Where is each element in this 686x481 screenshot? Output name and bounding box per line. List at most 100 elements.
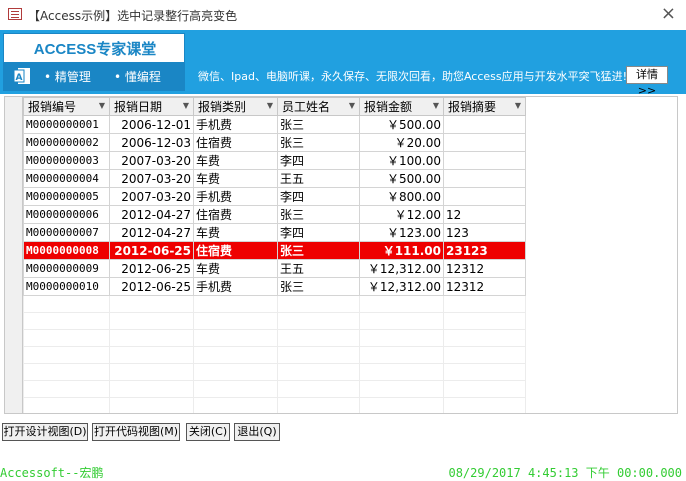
- cell-id[interactable]: M0000000007: [23, 223, 110, 242]
- empty-row: [23, 397, 526, 413]
- table-row[interactable]: M0000000010 2012-06-25 手机费 张三 ￥12,312.00 1231…: [23, 277, 526, 296]
- cell-name[interactable]: 李四: [277, 187, 360, 206]
- empty-cell: [109, 380, 194, 398]
- cell-name[interactable]: 张三: [277, 277, 360, 296]
- record-selector-column[interactable]: [5, 97, 23, 413]
- cell-amount[interactable]: ￥12,312.00: [359, 277, 444, 296]
- cell-date[interactable]: 2012-06-25: [109, 241, 194, 260]
- table-row[interactable]: M0000000003 2007-03-20 车费 李四 ￥100.00: [23, 151, 526, 170]
- cell-memo[interactable]: [443, 169, 526, 188]
- dropdown-arrow-icon[interactable]: ▼: [433, 101, 439, 110]
- cell-id[interactable]: M0000000003: [23, 151, 110, 170]
- table-row[interactable]: M0000000004 2007-03-20 车费 王五 ￥500.00: [23, 169, 526, 188]
- cell-memo[interactable]: 12312: [443, 259, 526, 278]
- cell-date[interactable]: 2012-04-27: [109, 223, 194, 242]
- cell-type[interactable]: 手机费: [193, 187, 278, 206]
- cell-type[interactable]: 住宿费: [193, 133, 278, 152]
- cell-memo[interactable]: 12312: [443, 277, 526, 296]
- empty-cell: [193, 329, 278, 347]
- cell-memo[interactable]: [443, 151, 526, 170]
- close-icon[interactable]: ×: [661, 4, 676, 24]
- cell-date[interactable]: 2012-06-25: [109, 277, 194, 296]
- cell-date[interactable]: 2006-12-01: [109, 115, 194, 134]
- dropdown-arrow-icon[interactable]: ▼: [267, 101, 273, 110]
- cell-name[interactable]: 王五: [277, 259, 360, 278]
- cell-amount[interactable]: ￥12,312.00: [359, 259, 444, 278]
- cell-type[interactable]: 住宿费: [193, 205, 278, 224]
- cell-memo[interactable]: 12: [443, 205, 526, 224]
- cell-id[interactable]: M0000000004: [23, 169, 110, 188]
- empty-cell: [443, 346, 526, 364]
- access-logo-icon: A: [13, 68, 30, 84]
- cell-id[interactable]: M0000000009: [23, 259, 110, 278]
- table-row[interactable]: M0000000002 2006-12-03 住宿费 张三 ￥20.00: [23, 133, 526, 152]
- table-row[interactable]: M0000000008 2012-06-25 住宿费 张三 ￥111.00 23123: [23, 241, 526, 260]
- cell-name[interactable]: 张三: [277, 241, 360, 260]
- cell-type[interactable]: 车费: [193, 223, 278, 242]
- column-header-amount[interactable]: 报销金额 ▼: [359, 97, 444, 116]
- cell-id[interactable]: M0000000008: [23, 241, 110, 260]
- cell-memo[interactable]: [443, 115, 526, 134]
- cell-amount[interactable]: ￥100.00: [359, 151, 444, 170]
- cell-type[interactable]: 手机费: [193, 115, 278, 134]
- cell-amount[interactable]: ￥12.00: [359, 205, 444, 224]
- cell-amount[interactable]: ￥500.00: [359, 169, 444, 188]
- dropdown-arrow-icon[interactable]: ▼: [515, 101, 521, 110]
- datasheet-grid[interactable]: 报销编号 ▼ 报销日期 ▼ 报销类别 ▼ 员工姓名 ▼ 报销金额 ▼ 报销摘要 ▼ M000…: [4, 96, 678, 414]
- cell-id[interactable]: M0000000006: [23, 205, 110, 224]
- cell-id[interactable]: M0000000001: [23, 115, 110, 134]
- cell-id[interactable]: M0000000010: [23, 277, 110, 296]
- table-row[interactable]: M0000000007 2012-04-27 车费 李四 ￥123.00 123: [23, 223, 526, 242]
- cell-amount[interactable]: ￥500.00: [359, 115, 444, 134]
- dropdown-arrow-icon[interactable]: ▼: [99, 101, 105, 110]
- table-row[interactable]: M0000000005 2007-03-20 手机费 李四 ￥800.00: [23, 187, 526, 206]
- cell-type[interactable]: 手机费: [193, 277, 278, 296]
- table-row[interactable]: M0000000009 2012-06-25 车费 王五 ￥12,312.00 12312: [23, 259, 526, 278]
- empty-cell: [277, 329, 360, 347]
- cell-type[interactable]: 住宿费: [193, 241, 278, 260]
- cell-name[interactable]: 张三: [277, 133, 360, 152]
- cell-name[interactable]: 王五: [277, 169, 360, 188]
- cell-amount[interactable]: ￥800.00: [359, 187, 444, 206]
- cell-memo[interactable]: 123: [443, 223, 526, 242]
- cell-date[interactable]: 2012-06-25: [109, 259, 194, 278]
- column-header-date[interactable]: 报销日期 ▼: [109, 97, 194, 116]
- column-header-name[interactable]: 员工姓名 ▼: [277, 97, 360, 116]
- table-row[interactable]: M0000000001 2006-12-01 手机费 张三 ￥500.00: [23, 115, 526, 134]
- cell-amount[interactable]: ￥20.00: [359, 133, 444, 152]
- cell-date[interactable]: 2006-12-03: [109, 133, 194, 152]
- exit-button[interactable]: 退出(Q): [234, 423, 280, 441]
- access-form-icon: [8, 8, 22, 20]
- cell-amount[interactable]: ￥123.00: [359, 223, 444, 242]
- cell-type[interactable]: 车费: [193, 259, 278, 278]
- cell-name[interactable]: 李四: [277, 223, 360, 242]
- cell-memo[interactable]: 23123: [443, 241, 526, 260]
- open-design-view-button[interactable]: 打开设计视图(D): [2, 423, 88, 441]
- open-code-view-button[interactable]: 打开代码视图(M): [92, 423, 180, 441]
- column-header-memo[interactable]: 报销摘要 ▼: [443, 97, 526, 116]
- cell-id[interactable]: M0000000005: [23, 187, 110, 206]
- cell-id[interactable]: M0000000002: [23, 133, 110, 152]
- cell-name[interactable]: 张三: [277, 205, 360, 224]
- cell-date[interactable]: 2007-03-20: [109, 169, 194, 188]
- cell-amount[interactable]: ￥111.00: [359, 241, 444, 260]
- records-table: 报销编号 ▼ 报销日期 ▼ 报销类别 ▼ 员工姓名 ▼ 报销金额 ▼ 报销摘要 ▼ M000…: [23, 97, 526, 413]
- dropdown-arrow-icon[interactable]: ▼: [183, 101, 189, 110]
- cell-type[interactable]: 车费: [193, 169, 278, 188]
- cell-date[interactable]: 2007-03-20: [109, 151, 194, 170]
- dropdown-arrow-icon[interactable]: ▼: [349, 101, 355, 110]
- empty-cell: [277, 380, 360, 398]
- empty-row: [23, 312, 526, 330]
- cell-date[interactable]: 2007-03-20: [109, 187, 194, 206]
- close-button[interactable]: 关闭(C): [186, 423, 230, 441]
- column-header-id[interactable]: 报销编号 ▼: [23, 97, 110, 116]
- cell-name[interactable]: 李四: [277, 151, 360, 170]
- detail-button[interactable]: 详情>>: [626, 66, 668, 97]
- cell-memo[interactable]: [443, 187, 526, 206]
- column-header-type[interactable]: 报销类别 ▼: [193, 97, 278, 116]
- cell-date[interactable]: 2012-04-27: [109, 205, 194, 224]
- cell-name[interactable]: 张三: [277, 115, 360, 134]
- cell-type[interactable]: 车费: [193, 151, 278, 170]
- cell-memo[interactable]: [443, 133, 526, 152]
- table-row[interactable]: M0000000006 2012-04-27 住宿费 张三 ￥12.00 12: [23, 205, 526, 224]
